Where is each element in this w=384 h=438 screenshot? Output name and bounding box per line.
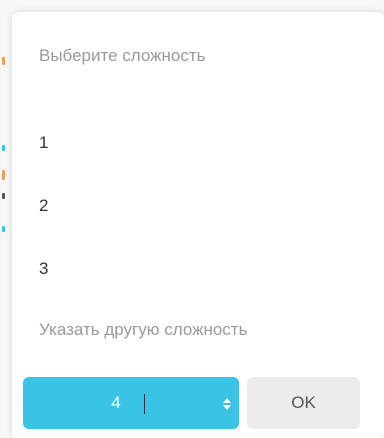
page: Выберите сложность 1 2 3 Указать другую … (0, 0, 384, 438)
difficulty-option-1[interactable]: 1 (39, 128, 339, 158)
difficulty-popup (12, 12, 384, 438)
stepper-up-icon[interactable] (223, 398, 231, 403)
difficulty-option-2[interactable]: 2 (39, 191, 339, 221)
ok-button[interactable]: OK (247, 377, 360, 429)
custom-difficulty-field (23, 377, 239, 429)
popup-title: Выберите сложность (39, 46, 206, 65)
difficulty-option-3[interactable]: 3 (39, 254, 339, 284)
custom-difficulty-input[interactable] (23, 377, 209, 429)
background-accent-mark (2, 170, 5, 180)
text-caret (144, 394, 145, 414)
background-accent-mark (2, 145, 5, 151)
background-accent-mark (2, 226, 5, 232)
custom-difficulty-label: Указать другую сложность (39, 320, 248, 339)
background-page-left (0, 0, 12, 438)
stepper-down-icon[interactable] (223, 405, 231, 410)
up-down-stepper-icon[interactable] (221, 395, 233, 413)
background-accent-mark (2, 193, 5, 199)
background-accent-mark (2, 57, 5, 65)
